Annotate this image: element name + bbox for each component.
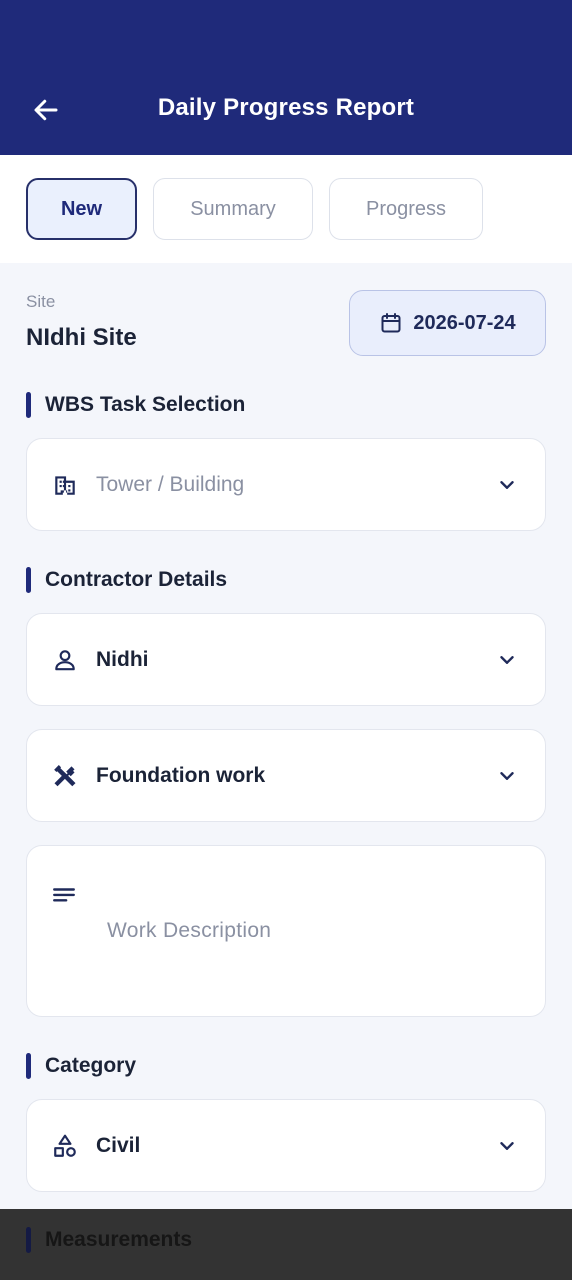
tower-building-placeholder: Tower / Building xyxy=(96,472,245,496)
building-icon xyxy=(51,471,79,499)
section-measurements: Measurements xyxy=(26,1227,192,1253)
page-title: Daily Progress Report xyxy=(157,94,415,121)
work-description-placeholder: Work Description xyxy=(107,919,272,942)
site-label: Site xyxy=(26,292,56,311)
date-picker-button[interactable]: 2026-07-24 xyxy=(349,290,546,356)
tab-progress[interactable]: Progress xyxy=(329,178,483,240)
person-icon xyxy=(51,646,79,674)
section-title-measurements: Measurements xyxy=(45,1228,193,1251)
section-title-wbs: WBS Task Selection xyxy=(45,393,246,416)
category-select[interactable]: Civil xyxy=(26,1099,546,1192)
tower-building-select[interactable]: Tower / Building xyxy=(26,438,546,531)
section-contractor: Contractor Details xyxy=(26,567,227,593)
section-title-category: Category xyxy=(45,1054,137,1077)
app-header: Daily Progress Report xyxy=(0,0,572,155)
tools-icon xyxy=(51,762,79,790)
calendar-icon xyxy=(381,313,401,333)
chevron-down-icon xyxy=(495,1134,519,1158)
section-category: Category xyxy=(26,1053,136,1079)
notes-icon xyxy=(51,883,77,909)
tab-summary[interactable]: Summary xyxy=(153,178,313,240)
chevron-down-icon xyxy=(495,473,519,497)
contractor-name-select[interactable]: Nidhi xyxy=(26,613,546,706)
section-accent-bar xyxy=(26,567,31,593)
section-accent-bar xyxy=(26,392,31,418)
chevron-down-icon xyxy=(495,648,519,672)
section-accent-bar xyxy=(26,1227,31,1253)
work-type-select[interactable]: Foundation work xyxy=(26,729,546,822)
tab-new[interactable]: New xyxy=(26,178,137,240)
date-value: 2026-07-24 xyxy=(413,311,516,334)
tab-bar: New Summary Progress xyxy=(0,155,572,263)
chevron-down-icon xyxy=(495,764,519,788)
work-description-field[interactable]: Work Description xyxy=(26,845,546,1017)
contractor-name-value: Nidhi xyxy=(96,647,149,671)
category-icon xyxy=(51,1132,79,1160)
category-value: Civil xyxy=(96,1133,141,1157)
section-wbs: WBS Task Selection xyxy=(26,392,245,418)
section-title-contractor: Contractor Details xyxy=(45,568,228,591)
work-type-value: Foundation work xyxy=(96,763,266,787)
site-name: NIdhi Site xyxy=(26,324,137,351)
section-accent-bar xyxy=(26,1053,31,1079)
